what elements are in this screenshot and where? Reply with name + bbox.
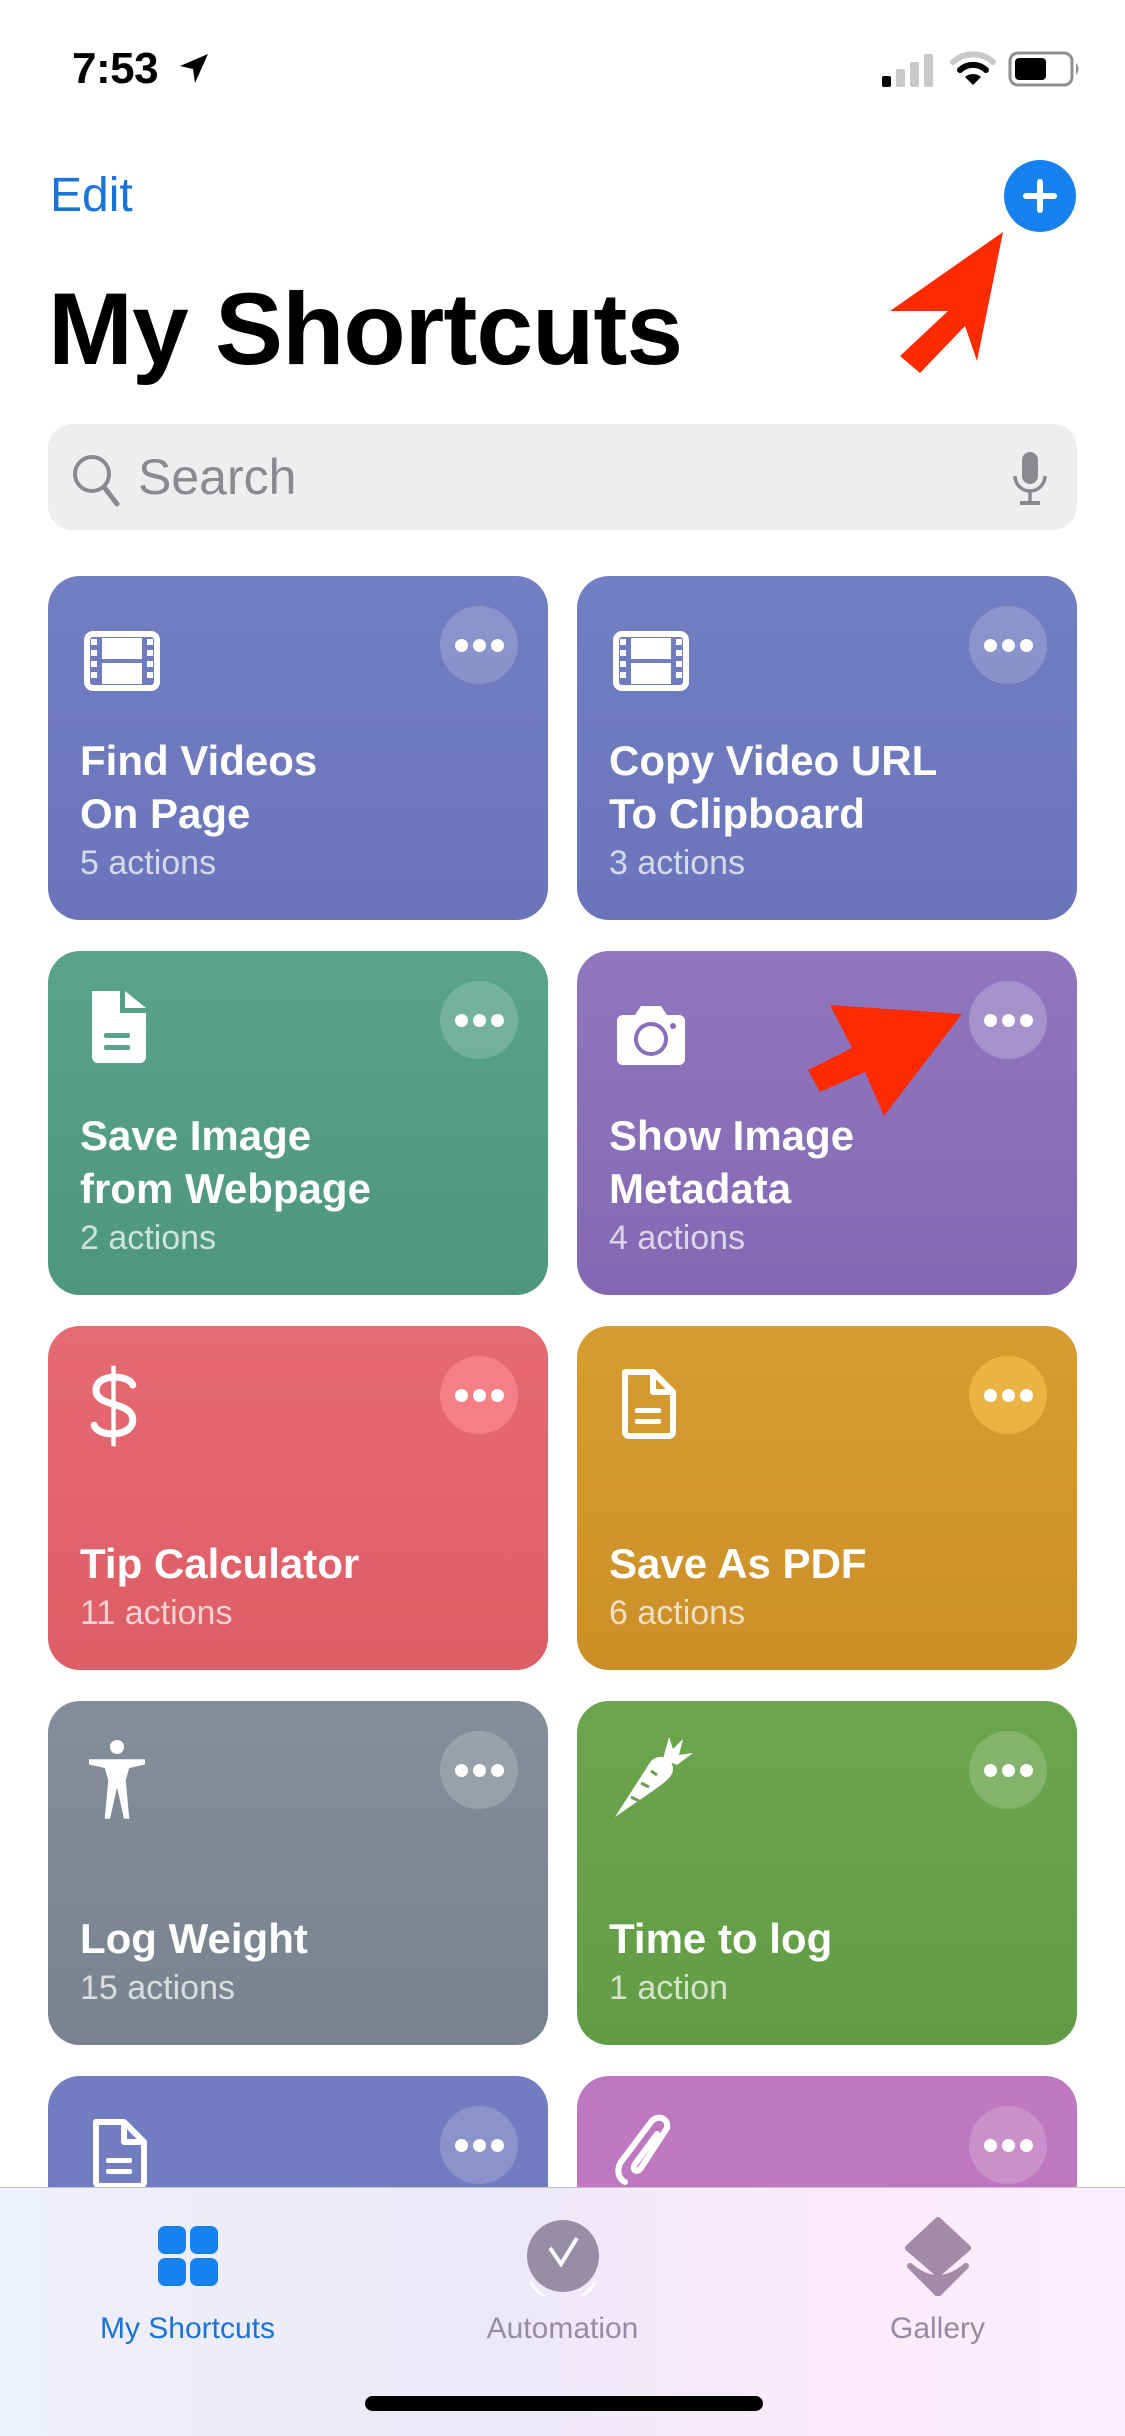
shortcut-title: Time to log: [609, 1915, 833, 1962]
more-options-button[interactable]: [440, 2106, 518, 2184]
document-outline-icon: [93, 2119, 147, 2189]
shortcut-action-count: 3 actions: [609, 844, 746, 882]
tab-label: Automation: [486, 2312, 639, 2345]
shortcut-action-count: 5 actions: [80, 844, 217, 882]
more-options-button[interactable]: [969, 1731, 1047, 1809]
automation-check-icon: [526, 2220, 599, 2296]
tab-label: Gallery: [889, 2312, 986, 2345]
wifi-icon: [950, 51, 996, 85]
shortcut-title: Log Weight: [80, 1915, 308, 1962]
film-icon: [613, 631, 689, 691]
shortcut-card[interactable]: Find Videos On Page 5 actions: [48, 576, 548, 920]
page-title: My Shortcuts: [48, 272, 683, 386]
search-icon: [73, 455, 120, 507]
shortcut-card[interactable]: Show Image Metadata 4 actions: [577, 951, 1077, 1295]
shortcut-title: Find Videos On Page: [80, 737, 318, 837]
shortcut-card[interactable]: Copy Video URL To Clipboard 3 actions: [577, 576, 1077, 920]
more-options-button[interactable]: [440, 981, 518, 1059]
person-icon: [89, 1740, 145, 1819]
paperclip-icon: [615, 2114, 671, 2185]
camera-icon: [617, 1006, 685, 1065]
more-options-button[interactable]: [969, 1356, 1047, 1434]
layers-icon: [904, 2217, 971, 2296]
search-input[interactable]: [138, 442, 938, 512]
microphone-icon[interactable]: [1010, 450, 1050, 508]
home-indicator[interactable]: [365, 2396, 763, 2411]
tab-automation[interactable]: Automation: [375, 2188, 750, 2348]
grid-icon: [157, 2226, 218, 2286]
shortcut-action-count: 1 action: [609, 1969, 729, 2007]
battery-icon: [1008, 51, 1079, 87]
document-filled-icon: [92, 991, 146, 1063]
shortcut-action-count: 11 actions: [80, 1594, 233, 1632]
dollar-icon: [90, 1365, 137, 1447]
plus-icon: [1023, 179, 1057, 213]
film-icon: [84, 631, 160, 691]
edit-button[interactable]: Edit: [50, 168, 133, 223]
shortcut-card[interactable]: Log Weight 15 actions: [48, 1701, 548, 2045]
carrot-icon: [615, 1737, 693, 1817]
shortcut-action-count: 4 actions: [609, 1219, 746, 1257]
shortcut-title: Tip Calculator: [80, 1540, 360, 1587]
more-options-button[interactable]: [440, 1356, 518, 1434]
shortcut-action-count: 2 actions: [80, 1219, 217, 1257]
tab-my-shortcuts[interactable]: My Shortcuts: [0, 2188, 375, 2348]
more-options-button[interactable]: [969, 606, 1047, 684]
shortcut-title: Copy Video URL To Clipboard: [609, 737, 938, 837]
shortcut-title: Show Image Metadata: [609, 1112, 855, 1212]
shortcut-card[interactable]: Save As PDF 6 actions: [577, 1326, 1077, 1670]
more-options-button[interactable]: [440, 606, 518, 684]
shortcut-card[interactable]: Tip Calculator 11 actions: [48, 1326, 548, 1670]
more-options-button[interactable]: [440, 1731, 518, 1809]
document-outline-icon: [622, 1369, 676, 1439]
shortcut-title: Save Image from Webpage: [80, 1112, 371, 1212]
search-bar[interactable]: [48, 424, 1077, 530]
shortcut-action-count: 6 actions: [609, 1594, 746, 1632]
shortcut-card[interactable]: Time to log 1 action: [577, 1701, 1077, 2045]
shortcut-card[interactable]: Save Image from Webpage 2 actions: [48, 951, 548, 1295]
shortcut-title: Save As PDF: [609, 1540, 867, 1587]
location-arrow-icon: [180, 54, 208, 83]
more-options-button[interactable]: [969, 2106, 1047, 2184]
more-options-button[interactable]: [969, 981, 1047, 1059]
tab-gallery[interactable]: Gallery: [750, 2188, 1125, 2348]
shortcut-action-count: 15 actions: [80, 1969, 235, 2007]
status-time: 7:53: [72, 44, 159, 93]
annotation-arrow: [890, 232, 1003, 373]
signal-icon: [882, 54, 933, 87]
add-shortcut-button[interactable]: [1004, 160, 1076, 232]
tab-label: My Shortcuts: [99, 2312, 276, 2345]
